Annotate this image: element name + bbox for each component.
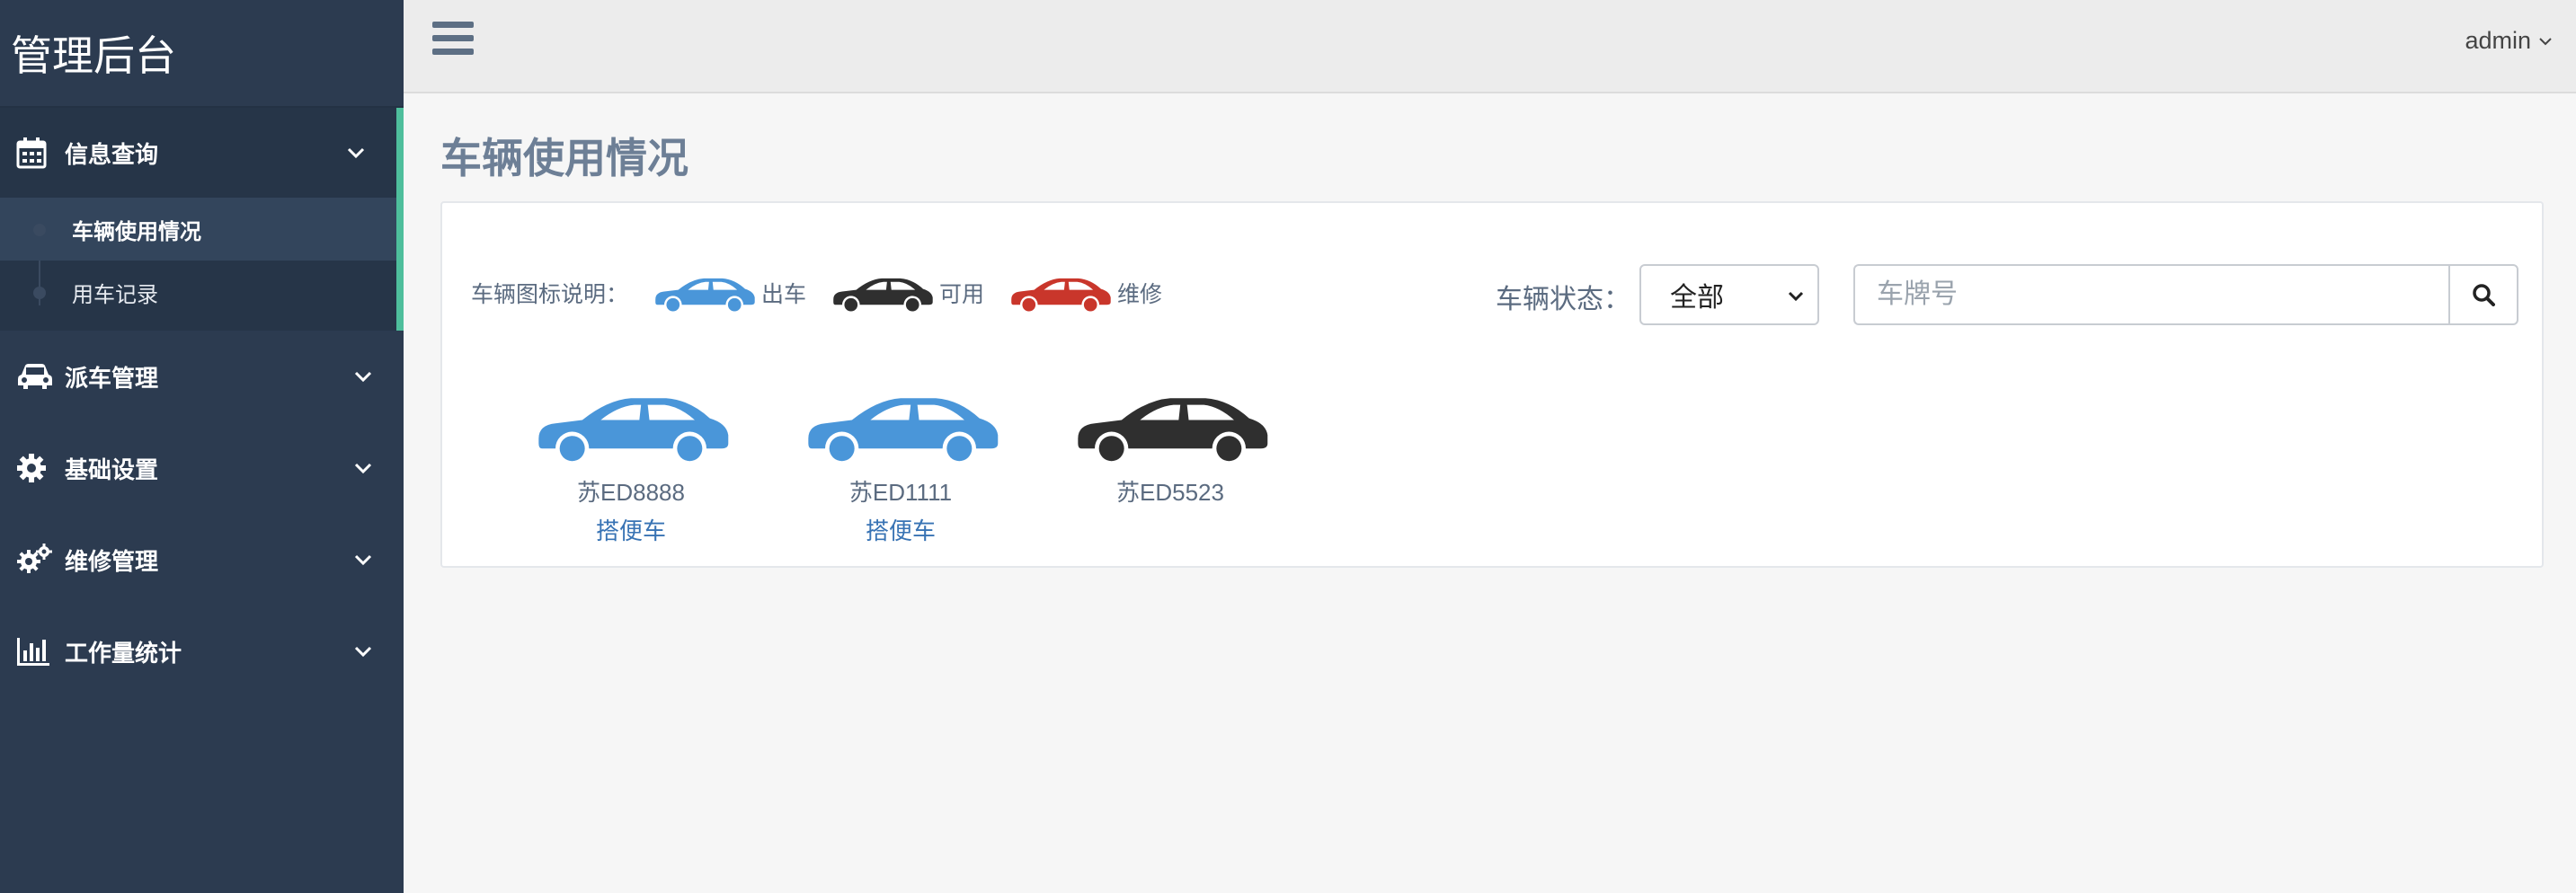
page-title: 车辆使用情况	[440, 135, 688, 181]
status-select[interactable]: 全部	[1639, 264, 1819, 325]
car-blue-icon	[538, 398, 729, 464]
search-icon	[2473, 284, 2495, 306]
menu-item-label: 派车管理	[65, 364, 159, 392]
vehicle-plate: 苏ED1111	[848, 479, 953, 506]
chevron-down-icon	[1788, 291, 1804, 302]
car-red-icon	[1011, 278, 1111, 313]
submenu-item-usage-records[interactable]: 用车记录	[0, 261, 396, 323]
menu-item-info-query[interactable]: 信息查询	[0, 108, 396, 198]
chevron-down-icon	[2539, 37, 2552, 45]
legend-repair-text: 维修	[1117, 282, 1163, 307]
chevron-down-icon	[354, 371, 372, 383]
hamburger-menu-icon[interactable]	[432, 22, 474, 59]
menu-item-label: 维修管理	[65, 547, 159, 575]
car-black-icon	[1078, 398, 1268, 464]
user-name: admin	[2465, 27, 2531, 54]
chevron-down-icon	[354, 463, 372, 474]
vehicle-card[interactable]: 苏ED5523	[1035, 388, 1305, 546]
vehicle-legend: 车辆图标说明： 出车 可用 维修	[471, 273, 1162, 313]
vehicle-list: 苏ED8888 搭便车 苏ED1111 搭便车 苏ED5523	[496, 388, 1305, 546]
search-button[interactable]	[2448, 264, 2518, 325]
vehicle-card[interactable]: 苏ED8888 搭便车	[496, 388, 766, 546]
vehicle-panel: 车辆图标说明： 出车 可用 维修 车辆状态： 全部 苏ED8888 搭便车 苏E…	[440, 201, 2544, 568]
vehicle-plate: 苏ED5523	[1116, 479, 1224, 506]
legend-item-repair: 维修	[1004, 273, 1162, 313]
car-icon	[16, 358, 58, 394]
top-header: admin	[404, 0, 2576, 93]
vehicle-note[interactable]: 搭便车	[866, 513, 936, 546]
car-black-icon	[833, 278, 933, 313]
menu-group-workload-stats: 工作量统计	[0, 606, 404, 697]
legend-in-use-text: 出车	[761, 282, 807, 307]
calendar-icon	[16, 135, 58, 171]
status-select-value: 全部	[1670, 283, 1724, 313]
chevron-down-icon	[354, 554, 372, 566]
menu-item-label: 工作量统计	[65, 639, 182, 667]
legend-label: 车辆图标说明：	[471, 282, 629, 307]
menu-group-dispatch: 派车管理	[0, 331, 404, 422]
car-blue-icon	[808, 398, 999, 464]
plate-search-input[interactable]	[1853, 264, 2450, 325]
legend-item-available: 可用	[826, 273, 984, 313]
car-blue-icon	[655, 278, 755, 313]
bar-chart-icon	[16, 633, 58, 669]
submenu-item-vehicle-usage[interactable]: 车辆使用情况	[0, 198, 396, 261]
menu-item-label: 信息查询	[65, 140, 159, 168]
legend-available-text: 可用	[939, 282, 985, 307]
menu-item-dispatch[interactable]: 派车管理	[0, 331, 404, 422]
menu-group-basic-settings: 基础设置	[0, 422, 404, 514]
vehicle-note[interactable]: 搭便车	[596, 513, 666, 546]
menu-item-basic-settings[interactable]: 基础设置	[0, 422, 404, 514]
vehicle-plate: 苏ED8888	[577, 479, 685, 506]
user-menu[interactable]: admin	[2465, 27, 2553, 55]
chevron-down-icon	[354, 646, 372, 658]
menu-item-maintenance[interactable]: 维修管理	[0, 514, 404, 606]
brand-title: 管理后台	[0, 0, 404, 108]
gear-icon	[16, 450, 58, 486]
menu-group-maintenance: 维修管理	[0, 514, 404, 606]
menu-group-info-query: 信息查询 车辆使用情况 用车记录	[0, 108, 404, 331]
menu-item-label: 基础设置	[65, 455, 159, 483]
vehicle-card[interactable]: 苏ED1111 搭便车	[766, 388, 1035, 546]
menu-item-workload-stats[interactable]: 工作量统计	[0, 606, 404, 697]
chevron-down-icon	[347, 147, 365, 159]
status-filter-label: 车辆状态：	[1496, 285, 1630, 314]
sidebar: 管理后台 信息查询 车辆使用情况 用车记录 派车管理 基础设置 维修管理 工作量…	[0, 0, 404, 893]
legend-item-in-use: 出车	[648, 273, 806, 313]
submenu-info-query: 车辆使用情况 用车记录	[0, 198, 396, 331]
gears-icon	[16, 542, 58, 578]
